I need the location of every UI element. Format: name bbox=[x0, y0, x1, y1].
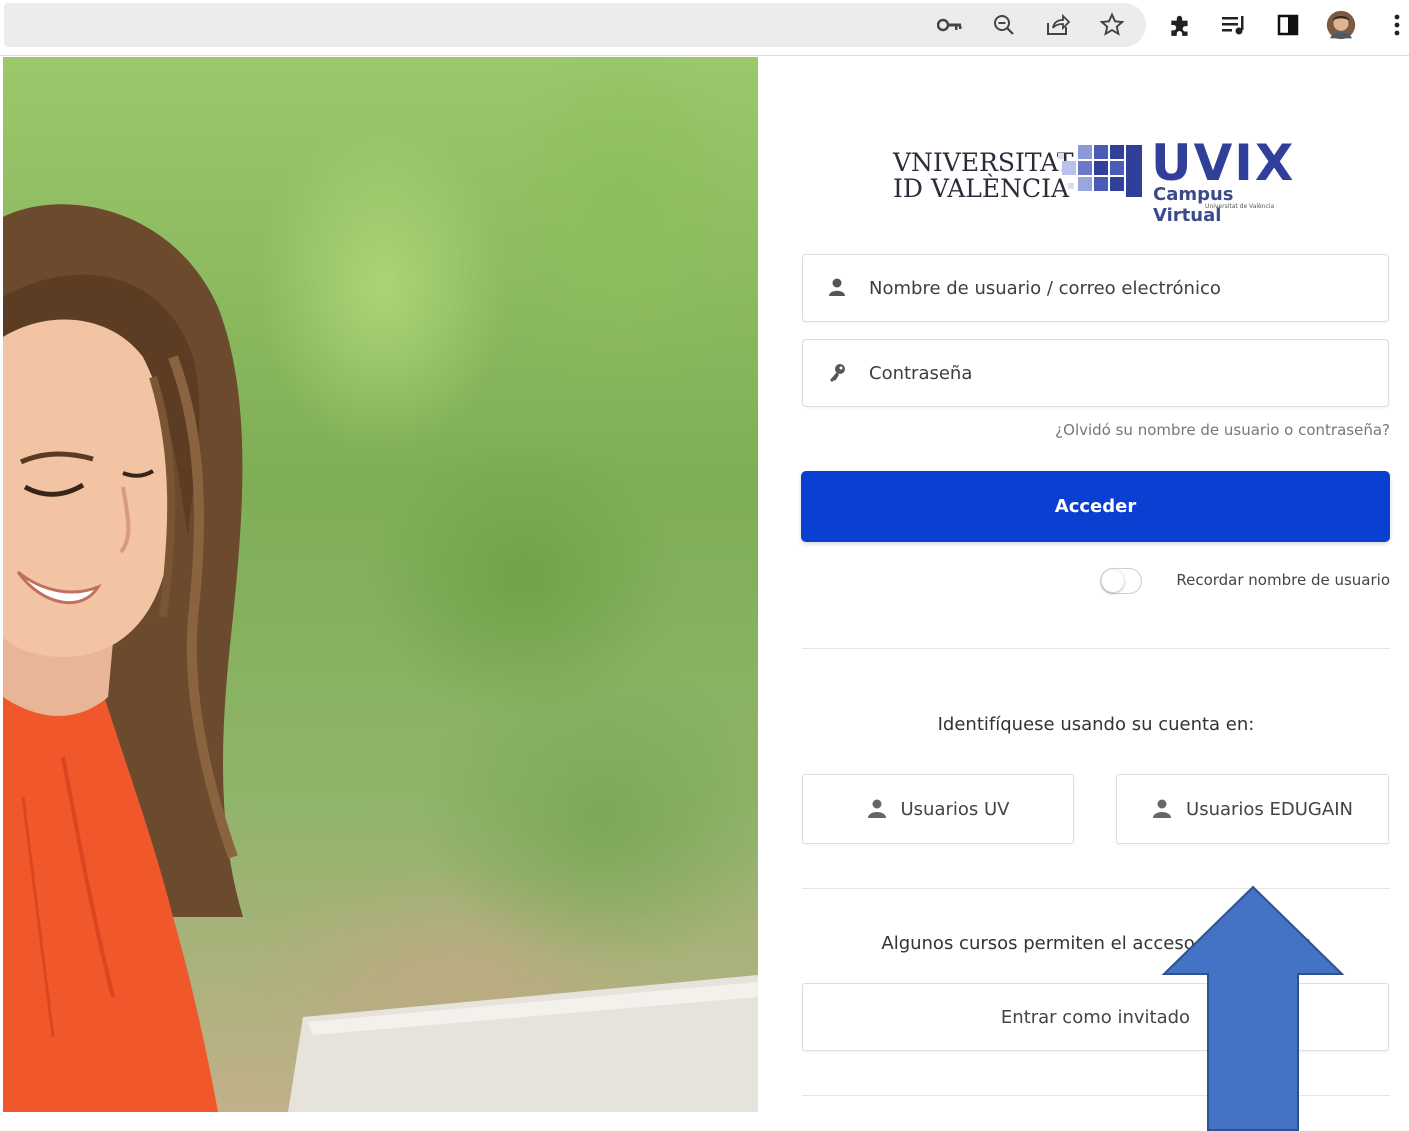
toolbar-divider bbox=[0, 55, 1409, 56]
password-input[interactable] bbox=[869, 340, 1369, 406]
address-bar[interactable] bbox=[4, 3, 1146, 47]
logo: VNIVERSITAT ID VALÈNCIA UVIX Campus Virt… bbox=[893, 134, 1303, 226]
sso-uv-label: Usuarios UV bbox=[900, 798, 1010, 820]
uvix-tagline: Universitat de València bbox=[1205, 203, 1275, 210]
hero-illustration bbox=[3, 204, 758, 1112]
extensions-icon[interactable] bbox=[1165, 10, 1195, 40]
sso-heading: Identifíquese usando su cuenta en: bbox=[937, 714, 1255, 735]
profile-avatar[interactable] bbox=[1326, 10, 1356, 40]
login-button[interactable]: Acceder bbox=[801, 471, 1390, 542]
key-icon bbox=[827, 362, 847, 384]
sso-uv-button[interactable]: Usuarios UV bbox=[802, 774, 1074, 844]
university-logo-text: VNIVERSITAT ID VALÈNCIA bbox=[893, 150, 1074, 202]
user-icon bbox=[1152, 798, 1172, 820]
more-menu-icon[interactable] bbox=[1382, 10, 1409, 40]
remember-username-label: Recordar nombre de usuario bbox=[1176, 571, 1390, 589]
zoom-out-icon[interactable] bbox=[989, 10, 1019, 40]
annotation-arrow-up bbox=[1161, 885, 1345, 1131]
toggle-knob bbox=[1102, 570, 1124, 592]
university-line1: VNIVERSITAT bbox=[893, 148, 1074, 177]
remember-username-toggle[interactable] bbox=[1100, 568, 1142, 594]
user-icon bbox=[827, 277, 847, 299]
uvix-pixel-logo-icon bbox=[1058, 145, 1142, 197]
share-icon[interactable] bbox=[1043, 10, 1073, 40]
sso-edugain-button[interactable]: Usuarios EDUGAIN bbox=[1116, 774, 1389, 844]
reading-list-icon[interactable] bbox=[1219, 10, 1249, 40]
side-panel-icon[interactable] bbox=[1273, 10, 1303, 40]
bookmark-star-icon[interactable] bbox=[1097, 10, 1127, 40]
user-icon bbox=[867, 798, 887, 820]
key-icon[interactable] bbox=[935, 10, 965, 40]
remember-username: Recordar nombre de usuario bbox=[1098, 566, 1390, 596]
sso-edugain-label: Usuarios EDUGAIN bbox=[1186, 798, 1353, 820]
hero-photo bbox=[3, 57, 758, 1112]
username-field[interactable] bbox=[802, 254, 1389, 322]
university-line2: ID VALÈNCIA bbox=[893, 174, 1070, 203]
forgot-password-link[interactable]: ¿Olvidó su nombre de usuario o contraseñ… bbox=[1000, 421, 1390, 439]
password-field[interactable] bbox=[802, 339, 1389, 407]
browser-toolbar bbox=[0, 0, 1409, 56]
username-input[interactable] bbox=[869, 255, 1369, 321]
section-divider bbox=[802, 648, 1390, 649]
